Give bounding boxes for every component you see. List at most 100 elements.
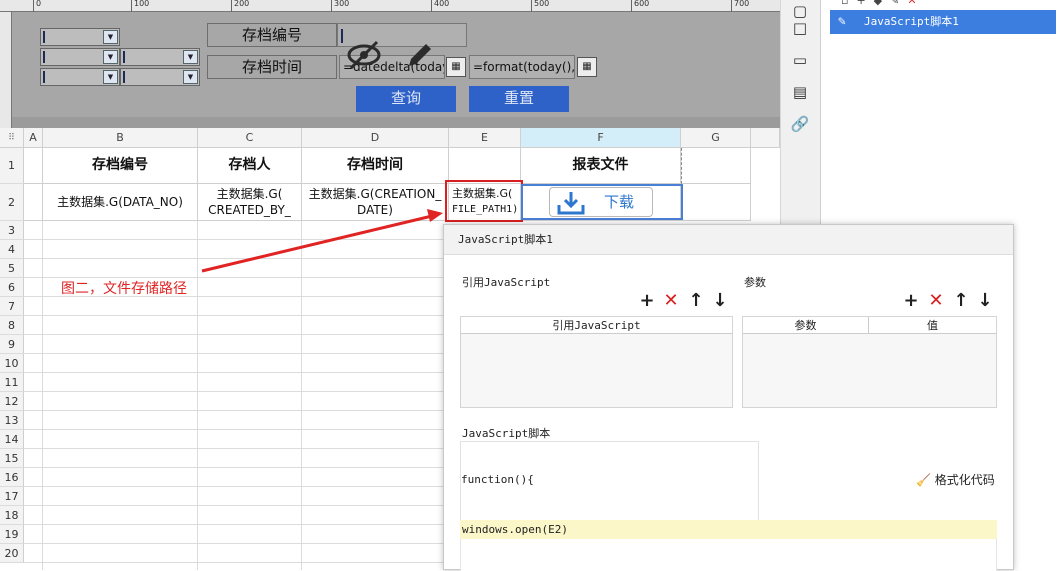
row-header[interactable]: 3 xyxy=(0,221,24,240)
row-header[interactable]: 19 xyxy=(0,525,24,544)
cell-B1[interactable]: 存档编号 xyxy=(43,148,198,184)
calendar-icon[interactable]: ▦ xyxy=(446,57,466,77)
vertical-ruler xyxy=(0,12,12,128)
cell-D2-line2: DATE) xyxy=(357,203,393,217)
combo-widget[interactable]: ▼ xyxy=(120,68,200,86)
row-header[interactable]: 15 xyxy=(0,449,24,468)
ruler-label: 600 xyxy=(631,0,649,12)
date-to-input[interactable]: =format(today(),"yy xyxy=(469,55,575,79)
column-header[interactable]: F xyxy=(521,128,681,148)
row-header[interactable]: 9 xyxy=(0,335,24,354)
row-header[interactable]: 14 xyxy=(0,430,24,449)
param-column-header[interactable]: 参数 xyxy=(743,317,869,334)
row-header[interactable]: 2 xyxy=(0,184,24,221)
javascript-dialog: JavaScript脚本1 引用JavaScript 参数 + ✕ ↑ ↓ + … xyxy=(443,224,1014,571)
format-code-button[interactable]: 🧹 格式化代码 xyxy=(916,471,995,488)
cell-C2-line2: CREATED_BY_ xyxy=(208,203,291,217)
text-cursor-icon xyxy=(43,51,45,63)
ruler-label: 200 xyxy=(231,0,249,12)
window-icon[interactable]: ▭ xyxy=(789,49,811,71)
row-header[interactable]: 10 xyxy=(0,354,24,373)
cell-D1[interactable]: 存档时间 xyxy=(302,148,449,184)
combo-widget[interactable]: ▼ xyxy=(40,28,120,46)
ref-js-column-header[interactable]: 引用JavaScript xyxy=(461,317,732,334)
ruler-label: 300 xyxy=(331,0,349,12)
column-header[interactable]: B xyxy=(43,128,198,148)
row-header[interactable]: 4 xyxy=(0,240,24,259)
code-editor[interactable] xyxy=(460,539,997,571)
download-button[interactable]: 下载 xyxy=(549,187,653,217)
dropdown-arrow-icon[interactable]: ▼ xyxy=(103,50,118,64)
code-editor-line[interactable]: windows.open(E2) xyxy=(460,520,997,539)
move-up-icon[interactable]: ↑ xyxy=(686,291,706,311)
dropdown-arrow-icon[interactable]: ▼ xyxy=(183,50,198,64)
combo-widget[interactable]: ▼ xyxy=(40,68,120,86)
combo-widget[interactable]: ▼ xyxy=(40,48,120,66)
ruler-label: 400 xyxy=(431,0,449,12)
cell-G1[interactable] xyxy=(681,148,751,184)
column-header[interactable]: D xyxy=(302,128,449,148)
row-header[interactable]: 1 xyxy=(0,148,24,184)
add-icon[interactable]: + xyxy=(901,291,921,311)
cell-F1[interactable]: 报表文件 xyxy=(521,148,681,184)
column-header[interactable]: G xyxy=(681,128,751,148)
column-header[interactable]: C xyxy=(198,128,302,148)
column-header[interactable]: A xyxy=(24,128,43,148)
ref-js-table[interactable]: 引用JavaScript xyxy=(460,316,733,408)
text-cursor-icon xyxy=(123,71,125,83)
combo-widget[interactable]: ▼ xyxy=(120,48,200,66)
cell-B2[interactable]: 主数据集.G(DATA_NO) xyxy=(43,184,198,221)
reset-button[interactable]: 重置 xyxy=(469,86,569,112)
cell-G2[interactable] xyxy=(681,184,751,221)
script-section-label: JavaScript脚本 xyxy=(462,427,551,440)
horizontal-ruler: 0 100 200 300 400 500 600 700 xyxy=(0,0,780,12)
select-all-corner[interactable]: ⠿ xyxy=(0,128,24,148)
highlight-box xyxy=(445,180,523,222)
params-table[interactable]: 参数 值 xyxy=(742,316,997,408)
cell-C1[interactable]: 存档人 xyxy=(198,148,302,184)
link-icon[interactable]: 🔗 xyxy=(789,113,811,135)
row-header[interactable]: 8 xyxy=(0,316,24,335)
row-header[interactable]: 18 xyxy=(0,506,24,525)
delete-icon[interactable]: ✕ xyxy=(926,291,946,311)
format-code-label: 格式化代码 xyxy=(934,473,995,487)
event-list-item[interactable]: ✎ JavaScript脚本1 xyxy=(830,10,1056,34)
calendar-icon[interactable]: ▦ xyxy=(577,57,597,77)
edit-icon: ✎ xyxy=(838,14,846,29)
text-cursor-icon xyxy=(123,51,125,63)
row-header[interactable]: 16 xyxy=(0,468,24,487)
annotation-text: 图二，文件存储路径 xyxy=(61,281,187,297)
ruler-label: 0 xyxy=(33,0,41,12)
row-header[interactable]: 5 xyxy=(0,259,24,278)
frame-icon[interactable]: □ xyxy=(789,17,811,39)
panel-toolbar-icons[interactable]: ▫+◆✎✕ xyxy=(841,0,925,7)
dropdown-arrow-icon[interactable]: ▼ xyxy=(103,70,118,84)
widget-event-panel: ▫+◆✎✕ xyxy=(820,0,1060,230)
move-down-icon[interactable]: ↓ xyxy=(975,291,995,311)
dropdown-arrow-icon[interactable]: ▼ xyxy=(103,30,118,44)
cell-A1[interactable] xyxy=(24,148,43,184)
row-header[interactable]: 20 xyxy=(0,544,24,563)
move-up-icon[interactable]: ↑ xyxy=(951,291,971,311)
add-icon[interactable]: + xyxy=(637,291,657,311)
params-section-label: 参数 xyxy=(744,276,766,289)
layers-icon[interactable]: ▤ xyxy=(789,81,811,103)
cell-C2[interactable]: 主数据集.G( CREATED_BY_ xyxy=(198,184,302,221)
delete-icon[interactable]: ✕ xyxy=(661,291,681,311)
row-header[interactable]: 17 xyxy=(0,487,24,506)
grid-line xyxy=(42,221,43,570)
column-header-blank xyxy=(751,128,780,148)
row-header[interactable]: 12 xyxy=(0,392,24,411)
row-header[interactable]: 7 xyxy=(0,297,24,316)
cell-D2[interactable]: 主数据集.G(CREATION_ DATE) xyxy=(302,184,449,221)
query-button[interactable]: 查询 xyxy=(356,86,456,112)
row-header[interactable]: 6 xyxy=(0,278,24,297)
cell-A2[interactable] xyxy=(24,184,43,221)
row-header[interactable]: 11 xyxy=(0,373,24,392)
column-header[interactable]: E xyxy=(449,128,521,148)
cell-E1[interactable] xyxy=(449,148,521,184)
move-down-icon[interactable]: ↓ xyxy=(710,291,730,311)
row-header[interactable]: 13 xyxy=(0,411,24,430)
value-column-header[interactable]: 值 xyxy=(869,317,996,334)
dropdown-arrow-icon[interactable]: ▼ xyxy=(183,70,198,84)
